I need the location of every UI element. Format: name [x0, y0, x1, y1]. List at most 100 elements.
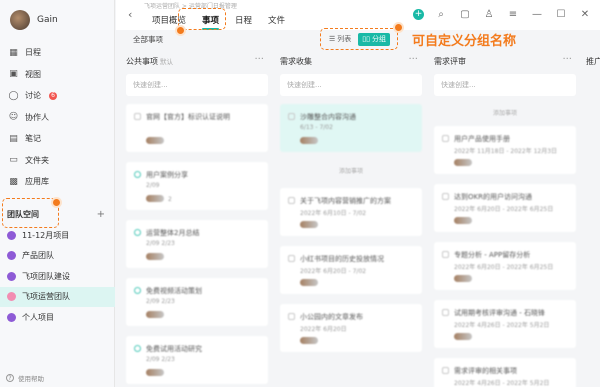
task-date: 2022年 4月26日 - 2022年 5月2日: [454, 322, 550, 329]
task-card[interactable]: 运营整体2月总结 2/09 2/23: [126, 220, 268, 268]
user-profile[interactable]: Gain: [10, 10, 58, 30]
quick-create-input[interactable]: 快速创建...: [126, 74, 268, 96]
assignee-avatar: [146, 311, 164, 318]
sidebar-item-6[interactable]: ▩ 应用库: [0, 171, 115, 193]
task-date: 2022年 6月20日: [300, 326, 347, 333]
maximize-icon[interactable]: ☐: [554, 7, 568, 21]
sidebar-nav: ▦ 日程 ▣ 视图 ◯ 讨论 6 ☺ 协作人 ▤ 笔记 ▭ 文件夹 ▩ 应用库: [0, 42, 115, 193]
sidebar-item-1[interactable]: ▣ 视图: [0, 64, 115, 86]
sidebar-item-3[interactable]: ☺ 协作人: [0, 107, 115, 129]
task-title: 关于飞项内容营销推广的方案: [300, 197, 391, 205]
avatar[interactable]: [10, 10, 30, 30]
add-task-link[interactable]: 添加事项: [434, 108, 576, 117]
sidebar-item-label: 日程: [25, 48, 41, 58]
minimize-icon[interactable]: —: [530, 7, 544, 21]
team-item-1[interactable]: 产品团队: [0, 246, 115, 267]
sidebar-item-label: 应用库: [25, 177, 49, 187]
task-date: 2022年 6月20日 - 2022年 6月25日: [454, 206, 554, 213]
task-date: 2/09 2/23: [146, 298, 175, 305]
task-checkbox[interactable]: [288, 313, 295, 320]
assignee-avatar: [454, 159, 472, 166]
task-card[interactable]: 官网【官方】标识认证说明: [126, 104, 268, 152]
column-more-icon[interactable]: ···: [408, 54, 418, 65]
tab-3[interactable]: 文件: [260, 12, 293, 28]
group-view-button[interactable]: ▯▯ 分组: [358, 32, 390, 46]
member-icon[interactable]: ♙: [482, 7, 496, 21]
task-checkbox[interactable]: [442, 251, 449, 258]
task-checkbox[interactable]: [134, 287, 141, 294]
back-icon[interactable]: ‹: [128, 8, 132, 21]
task-title: 达到OKR的用户访问沟通: [454, 193, 532, 201]
task-checkbox[interactable]: [134, 171, 141, 178]
team-item-3[interactable]: 飞项运营团队: [0, 286, 115, 307]
column-title: 推广: [586, 56, 600, 67]
add-icon[interactable]: +: [413, 8, 424, 20]
team-list: 11-12月项目 产品团队飞项团队建设 飞项运营团队个人项目: [0, 225, 115, 328]
task-card[interactable]: 专题分析 - APP留存分析 2022年 6月20日 - 2022年 6月25日: [434, 242, 576, 290]
task-checkbox[interactable]: [288, 113, 295, 120]
board-column: 需求收集 ··· 快速创建... 沙雕整合内容沟通 6/13 - 7/02 关于飞项内容营…: [280, 52, 422, 387]
task-checkbox[interactable]: [134, 229, 141, 236]
task-checkbox[interactable]: [442, 309, 449, 316]
quick-create-input[interactable]: 快速创建...: [280, 74, 422, 96]
chat-icon[interactable]: ▢: [458, 7, 472, 21]
sidebar-item-2[interactable]: ◯ 讨论 6: [0, 85, 115, 107]
task-card[interactable]: 关于飞项内容营销推广的方案 2022年 6月10日 - 7/02: [280, 188, 422, 236]
task-card[interactable]: 需求评审的相关事项 2022年 4月26日 - 2022年 5月2日: [434, 358, 576, 387]
task-card[interactable]: 用户案例分享 2/09 2: [126, 162, 268, 210]
view-toggle: ☰ 列表 ▯▯ 分组: [320, 28, 398, 50]
close-icon[interactable]: ✕: [578, 7, 592, 21]
team-item-label: 飞项运营团队: [22, 292, 70, 302]
task-card[interactable]: 用户产品使用手册 2022年 11月18日 - 2022年 12月3日: [434, 126, 576, 174]
team-item-0[interactable]: 11-12月项目: [0, 225, 115, 246]
task-checkbox[interactable]: [442, 135, 449, 142]
list-view-label: 列表: [337, 35, 352, 43]
list-view-button[interactable]: ☰ 列表: [325, 33, 355, 46]
add-team-button[interactable]: +: [97, 209, 105, 220]
task-checkbox[interactable]: [288, 197, 295, 204]
quick-create-input[interactable]: 快速创建...: [434, 74, 576, 96]
task-card[interactable]: 试用期考核评审沟通 - 石晓锋 2022年 4月26日 - 2022年 5月2日: [434, 300, 576, 348]
task-card[interactable]: 沙雕整合内容沟通 6/13 - 7/02: [280, 104, 422, 152]
task-checkbox[interactable]: [134, 113, 141, 120]
task-checkbox[interactable]: [442, 193, 449, 200]
add-task-link[interactable]: 添加事项: [280, 166, 422, 175]
task-card[interactable]: 小红书项目的历史投放情况 2022年 6月20日 - 7/02: [280, 246, 422, 294]
task-date: 2/09 2/23: [146, 356, 175, 363]
search-icon[interactable]: ⌕: [434, 7, 448, 21]
help-link[interactable]: ? 使用帮助: [6, 373, 44, 383]
column-more-icon[interactable]: ···: [562, 54, 572, 65]
task-date: 2022年 6月20日 - 2022年 6月25日: [454, 264, 554, 271]
menu-icon[interactable]: ≡: [506, 7, 520, 21]
all-items-filter[interactable]: 全部事项: [133, 34, 163, 45]
team-color-icon: [7, 312, 16, 322]
task-checkbox[interactable]: [134, 345, 141, 352]
task-card[interactable]: 达到OKR的用户访问沟通 2022年 6月20日 - 2022年 6月25日: [434, 184, 576, 232]
app-library-icon: ▩: [9, 176, 18, 187]
sidebar-item-5[interactable]: ▭ 文件夹: [0, 150, 115, 172]
task-title: 需求评审的相关事项: [454, 367, 517, 375]
task-card[interactable]: 免费试用活动研究 2/09 2/23: [126, 336, 268, 384]
column-tag: 默认: [160, 58, 173, 66]
team-space-title: 团队空间: [7, 209, 39, 219]
column-title: 需求收集: [280, 56, 312, 67]
task-checkbox[interactable]: [442, 367, 449, 374]
task-card[interactable]: 小公园内的文章发布 2022年 6月20日: [280, 304, 422, 352]
team-item-4[interactable]: 个人项目: [0, 307, 115, 328]
sidebar-item-4[interactable]: ▤ 笔记: [0, 128, 115, 150]
task-checkbox[interactable]: [288, 255, 295, 262]
assignee-avatar: [300, 137, 318, 144]
sidebar-item-label: 笔记: [25, 134, 41, 144]
team-item-2[interactable]: 飞项团队建设: [0, 266, 115, 287]
team-item-label: 11-12月项目: [22, 230, 70, 240]
task-card[interactable]: 免费视频活动策划 2/09 2/23: [126, 278, 268, 326]
column-more-icon[interactable]: ···: [254, 54, 264, 65]
sidebar-item-label: 协作人: [25, 112, 49, 122]
task-date: 2/09 2/23: [146, 240, 175, 247]
task-title: 运营整体2月总结: [146, 229, 200, 237]
team-item-label: 飞项团队建设: [22, 271, 70, 281]
tab-2[interactable]: 日程: [227, 12, 260, 28]
task-title: 试用期考核评审沟通 - 石晓锋: [454, 309, 545, 317]
team-item-label: 产品团队: [22, 251, 54, 261]
sidebar-item-0[interactable]: ▦ 日程: [0, 42, 115, 64]
